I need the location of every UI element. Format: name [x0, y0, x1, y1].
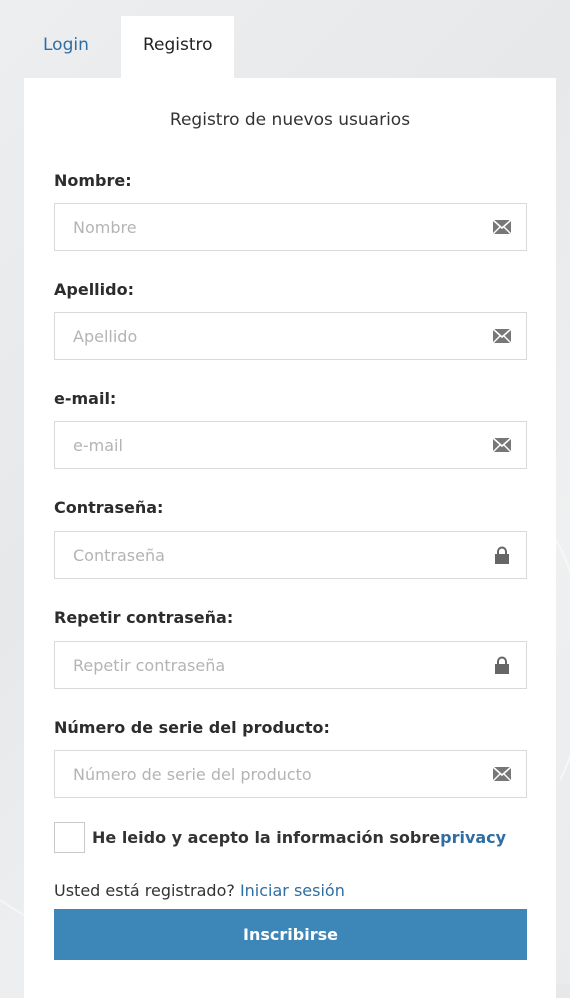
lock-icon [495, 656, 509, 674]
submit-button[interactable]: Inscribirse [54, 909, 527, 960]
serial-number-field [54, 750, 527, 798]
login-link[interactable]: Iniciar sesión [240, 881, 345, 900]
auth-tabs: Login Registro [24, 16, 234, 78]
privacy-consent-text: He leido y acepto la información sobrepr… [92, 828, 506, 847]
email-input[interactable] [55, 422, 475, 468]
tab-registro[interactable]: Registro [121, 16, 234, 78]
envelope-icon [492, 328, 512, 344]
privacy-consent-label: He leido y acepto la información sobre [92, 828, 441, 847]
repeat-password-label: Repetir contraseña: [54, 608, 234, 627]
envelope-icon [492, 437, 512, 453]
nombre-label: Nombre: [54, 171, 132, 190]
repeat-password-field [54, 641, 527, 689]
envelope-icon [492, 219, 512, 235]
apellido-label: Apellido: [54, 280, 134, 299]
form-title: Registro de nuevos usuarios [169, 110, 411, 130]
email-label: e-mail: [54, 389, 117, 408]
nombre-field [54, 203, 527, 251]
privacy-link[interactable]: privacy [440, 828, 506, 847]
serial-number-input[interactable] [55, 751, 475, 797]
password-input[interactable] [55, 532, 475, 578]
password-label: Contraseña: [54, 498, 164, 517]
apellido-input[interactable] [55, 313, 475, 359]
privacy-checkbox[interactable] [54, 822, 85, 853]
email-field [54, 421, 527, 469]
nombre-input[interactable] [55, 204, 475, 250]
tab-login[interactable]: Login [24, 16, 121, 78]
password-field [54, 531, 527, 579]
serial-number-label: Número de serie del producto: [54, 718, 330, 737]
apellido-field [54, 312, 527, 360]
lock-icon [495, 546, 509, 564]
registration-panel: Registro de nuevos usuarios Nombre: Apel… [24, 78, 556, 998]
already-registered-label: Usted está registrado? [54, 881, 240, 900]
already-registered-text: Usted está registrado? Iniciar sesión [54, 881, 345, 900]
repeat-password-input[interactable] [55, 642, 475, 688]
envelope-icon [492, 766, 512, 782]
